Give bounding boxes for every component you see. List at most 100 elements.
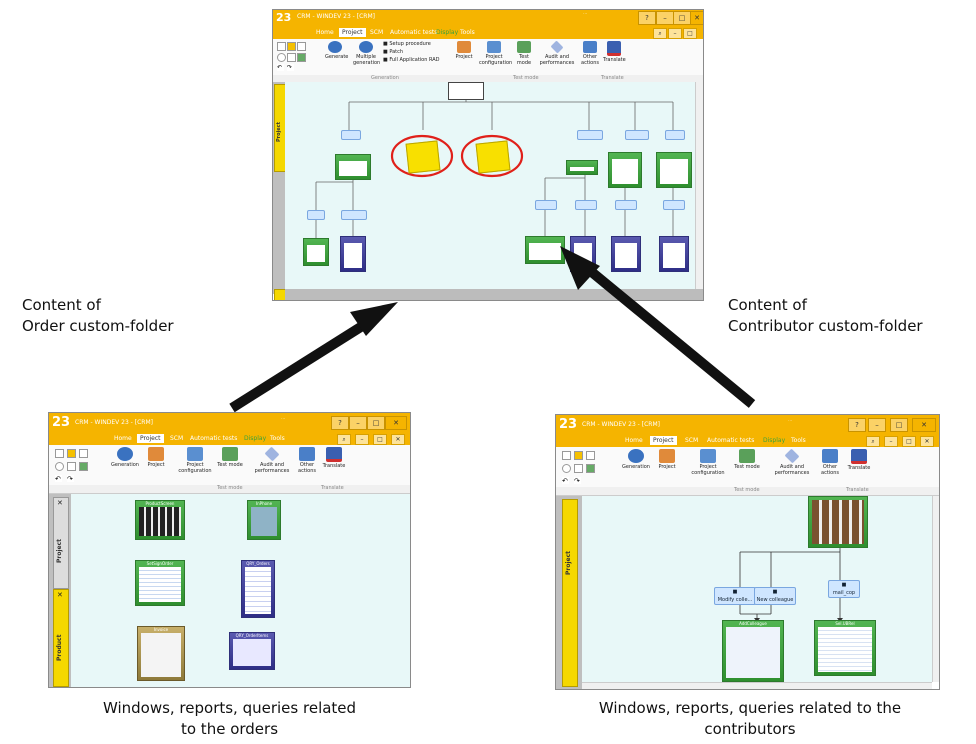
save-icon[interactable] <box>297 42 306 51</box>
menu-scm[interactable]: SCM <box>367 28 386 37</box>
menu-display[interactable]: Display <box>241 434 269 443</box>
menu-scm[interactable]: SCM <box>167 434 186 443</box>
menu-tools[interactable]: Tools <box>267 434 288 443</box>
minimize-button[interactable]: – <box>868 418 886 432</box>
layout-icon[interactable] <box>67 462 76 471</box>
ribbon-restore-button[interactable]: □ <box>902 436 916 447</box>
grid-icon[interactable] <box>297 53 306 62</box>
diagram-canvas[interactable] <box>285 82 695 289</box>
help-button[interactable]: ? <box>331 416 349 430</box>
menu-project[interactable]: Project <box>650 436 677 445</box>
search-icon[interactable]: ⌕ <box>653 28 667 39</box>
save-icon[interactable] <box>79 449 88 458</box>
ribbon-minimize-button[interactable]: – <box>884 436 898 447</box>
report-node[interactable] <box>340 236 366 272</box>
window-node[interactable] <box>566 160 598 175</box>
open-folder-icon[interactable] <box>574 451 583 460</box>
close-panel-icon[interactable]: ✕ <box>57 591 63 599</box>
link-label[interactable] <box>575 200 597 210</box>
generation-button[interactable]: Generation <box>620 449 652 470</box>
menu-project[interactable]: Project <box>339 28 366 37</box>
project-configuration-button[interactable]: Project configuration <box>688 449 728 476</box>
link-label-modify-colleague[interactable]: ■ Modify colle... <box>714 587 756 605</box>
layout-icon[interactable] <box>574 464 583 473</box>
redo-icon[interactable]: ↷ <box>287 64 294 71</box>
close-panel-icon[interactable]: ✕ <box>57 499 63 507</box>
redo-icon[interactable]: ↷ <box>67 475 74 483</box>
undo-icon[interactable]: ↶ <box>55 475 62 483</box>
other-actions-button[interactable]: Other actions <box>579 41 601 66</box>
undo-icon[interactable]: ↶ <box>562 477 569 485</box>
new-file-icon[interactable] <box>277 42 286 51</box>
maximize-button[interactable]: □ <box>673 11 691 25</box>
open-folder-icon[interactable] <box>67 449 76 458</box>
grid-icon[interactable] <box>586 464 595 473</box>
link-label[interactable] <box>663 200 685 210</box>
menu-scm[interactable]: SCM <box>682 436 701 445</box>
open-folder-icon[interactable] <box>287 42 296 51</box>
link-label[interactable] <box>535 200 557 210</box>
maximize-button[interactable]: □ <box>367 416 385 430</box>
other-actions-button[interactable]: Other actions <box>295 447 319 474</box>
vertical-scrollbar[interactable] <box>932 496 939 682</box>
ribbon-restore-button[interactable]: □ <box>373 434 387 445</box>
multiple-generation-button[interactable]: Multiple generation <box>353 41 380 66</box>
project-configuration-button[interactable]: Project configuration <box>479 41 512 66</box>
report-node[interactable] <box>570 236 596 272</box>
audit-performances-button[interactable]: Audit and performances <box>768 448 816 476</box>
redo-icon[interactable]: ↷ <box>574 477 581 485</box>
menu-home[interactable]: Home <box>111 434 135 443</box>
order-folder-canvas[interactable]: ProductScreen InPhone SetSignOrder QRY_O… <box>71 494 410 687</box>
link-label-new-colleague[interactable]: ■ New colleague <box>754 587 796 605</box>
project-button[interactable]: Project <box>453 41 475 60</box>
window-node[interactable] <box>335 154 371 180</box>
maximize-button[interactable]: □ <box>890 418 908 432</box>
report-node[interactable] <box>611 236 641 272</box>
window-node-sel-ubrel[interactable]: Sel.UBRel <box>814 620 876 676</box>
menu-display[interactable]: Display <box>760 436 788 445</box>
help-button[interactable]: ? <box>638 11 656 25</box>
close-button[interactable]: ✕ <box>690 11 703 25</box>
test-mode-button[interactable]: Test mode <box>513 41 535 66</box>
window-node-inphone[interactable]: InPhone <box>247 500 281 540</box>
layout-icon[interactable] <box>287 53 296 62</box>
window-node[interactable] <box>303 238 329 266</box>
ribbon-close-button[interactable]: ✕ <box>391 434 405 445</box>
project-side-tab[interactable] <box>562 499 578 687</box>
new-file-icon[interactable] <box>562 451 571 460</box>
project-button[interactable]: Project <box>145 447 167 468</box>
save-icon[interactable] <box>586 451 595 460</box>
audit-performances-button[interactable]: Audit and performances <box>539 40 575 66</box>
patch-button[interactable]: ■ Patch <box>383 49 449 55</box>
generation-button[interactable]: Generation <box>109 447 141 468</box>
other-actions-button[interactable]: Other actions <box>818 449 842 476</box>
grid-icon[interactable] <box>79 462 88 471</box>
new-file-icon[interactable] <box>55 449 64 458</box>
ribbon-restore-button[interactable]: □ <box>683 28 697 39</box>
ribbon-close-button[interactable]: ✕ <box>920 436 934 447</box>
window-node-add-colleague[interactable]: AddColleague <box>722 620 784 682</box>
audit-performances-button[interactable]: Audit and performances <box>249 446 295 474</box>
link-label-mail-cop[interactable]: ■ mail_cop <box>828 580 860 598</box>
link-label[interactable] <box>615 200 637 210</box>
contributor-folder-canvas[interactable]: ■ Modify colle... ■ New colleague ■ mail_co… <box>582 496 932 682</box>
menu-tools[interactable]: Tools <box>788 436 809 445</box>
query-node-orders[interactable]: QRY_Orders <box>241 560 275 618</box>
translate-button[interactable]: Translate <box>603 41 626 63</box>
search-icon[interactable]: ⌕ <box>866 436 880 447</box>
ribbon-minimize-button[interactable]: – <box>668 28 682 39</box>
contributor-custom-folder-icon[interactable] <box>475 140 511 174</box>
link-label[interactable] <box>341 210 367 220</box>
generate-button[interactable]: Generate <box>325 41 348 60</box>
query-node-order-items[interactable]: QRY_OrderItems <box>229 632 275 670</box>
close-button[interactable]: ✕ <box>385 416 407 430</box>
translate-button[interactable]: Translate <box>846 449 872 471</box>
ribbon-minimize-button[interactable]: – <box>355 434 369 445</box>
menu-automatic-tests[interactable]: Automatic tests <box>187 434 240 443</box>
test-mode-button[interactable]: Test mode <box>215 447 245 468</box>
help-button[interactable]: ? <box>848 418 866 432</box>
menu-automatic-tests[interactable]: Automatic tests <box>704 436 757 445</box>
window-node[interactable] <box>608 152 642 188</box>
menu-home[interactable]: Home <box>313 28 337 37</box>
window-node[interactable] <box>656 152 692 188</box>
